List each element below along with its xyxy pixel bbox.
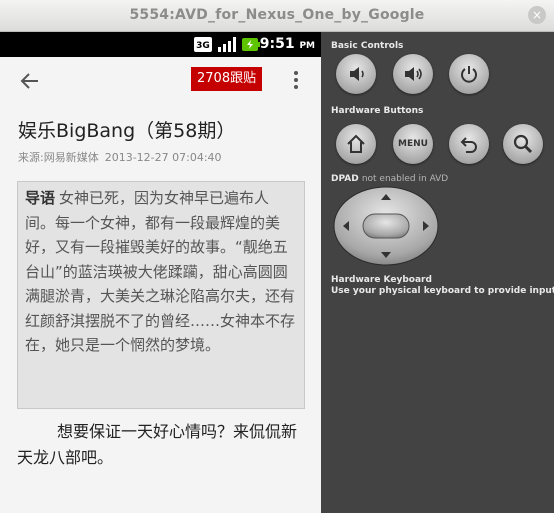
summary-text: 女神已死，因为女神早已遍布人间。每一个女神，都有一段最辉煌的美好，又有一段摧毁美…	[25, 189, 296, 354]
dpad-control[interactable]	[333, 186, 439, 266]
home-icon	[347, 134, 365, 153]
comment-count-button[interactable]: 2708跟贴	[191, 67, 263, 91]
clock: 9:51 PM	[260, 36, 315, 52]
article-summary-box: 导语 女神已死，因为女神早已遍布人间。每一个女神，都有一段最辉煌的美好，又有一段摧…	[17, 181, 305, 409]
hardware-buttons-label: Hardware Buttons	[331, 106, 424, 116]
window-title: 5554:AVD_for_Nexus_One_by_Google	[129, 7, 425, 23]
hardware-keyboard-label: Hardware Keyboard	[331, 275, 432, 285]
search-icon	[513, 134, 533, 154]
home-button[interactable]	[336, 124, 376, 164]
summary-lead: 导语	[25, 189, 56, 207]
power-button[interactable]	[449, 54, 489, 94]
back-button[interactable]	[449, 124, 489, 164]
power-icon	[461, 66, 477, 83]
dpad-title: DPAD	[331, 174, 359, 184]
emulator-controls-panel: Basic Controls Hardware Buttons MENU DPA…	[321, 32, 554, 513]
hardware-keyboard-description: Use your physical keyboard to provide in…	[331, 286, 554, 296]
article-meta: 来源:网易新媒体 2013-12-27 07:04:40	[18, 149, 222, 165]
overflow-menu-icon[interactable]	[290, 69, 302, 93]
article-title: 娱乐BigBang（第58期）	[18, 120, 236, 142]
clock-time: 9:51	[259, 36, 295, 52]
clock-ampm: PM	[299, 41, 315, 51]
svg-text:3G: 3G	[196, 41, 210, 51]
back-icon	[460, 137, 477, 153]
article-timestamp: 2013-12-27 07:04:40	[104, 151, 222, 164]
battery-icon	[242, 38, 260, 51]
volume-up-button[interactable]	[393, 54, 433, 94]
volume-down-icon	[350, 67, 364, 81]
close-window-button[interactable]: ×	[528, 6, 546, 24]
signal-icon	[218, 37, 236, 52]
status-bar: 3G 9:51 PM	[0, 32, 321, 57]
menu-button[interactable]: MENU	[393, 124, 433, 164]
back-arrow-icon[interactable]	[18, 69, 42, 93]
volume-down-button[interactable]	[336, 54, 376, 94]
dpad-label: DPAD not enabled in AVD	[331, 174, 448, 184]
app-bar: 2708跟贴	[0, 57, 321, 105]
phone-screen: 3G 9:51 PM 2708跟贴 娱乐BigBang（第58期） 来源:网易新…	[0, 32, 321, 513]
article-body: 想要保证一天好心情吗？来侃侃新天龙八部吧。	[17, 422, 298, 467]
basic-controls-label: Basic Controls	[331, 41, 404, 51]
article-source: 来源:网易新媒体	[18, 151, 99, 164]
3g-icon: 3G	[194, 37, 212, 52]
volume-up-icon	[405, 67, 422, 81]
window-titlebar: 5554:AVD_for_Nexus_One_by_Google ×	[0, 0, 554, 32]
dpad-note: not enabled in AVD	[361, 174, 449, 184]
menu-button-label: MENU	[398, 139, 428, 149]
search-button[interactable]	[503, 124, 543, 164]
